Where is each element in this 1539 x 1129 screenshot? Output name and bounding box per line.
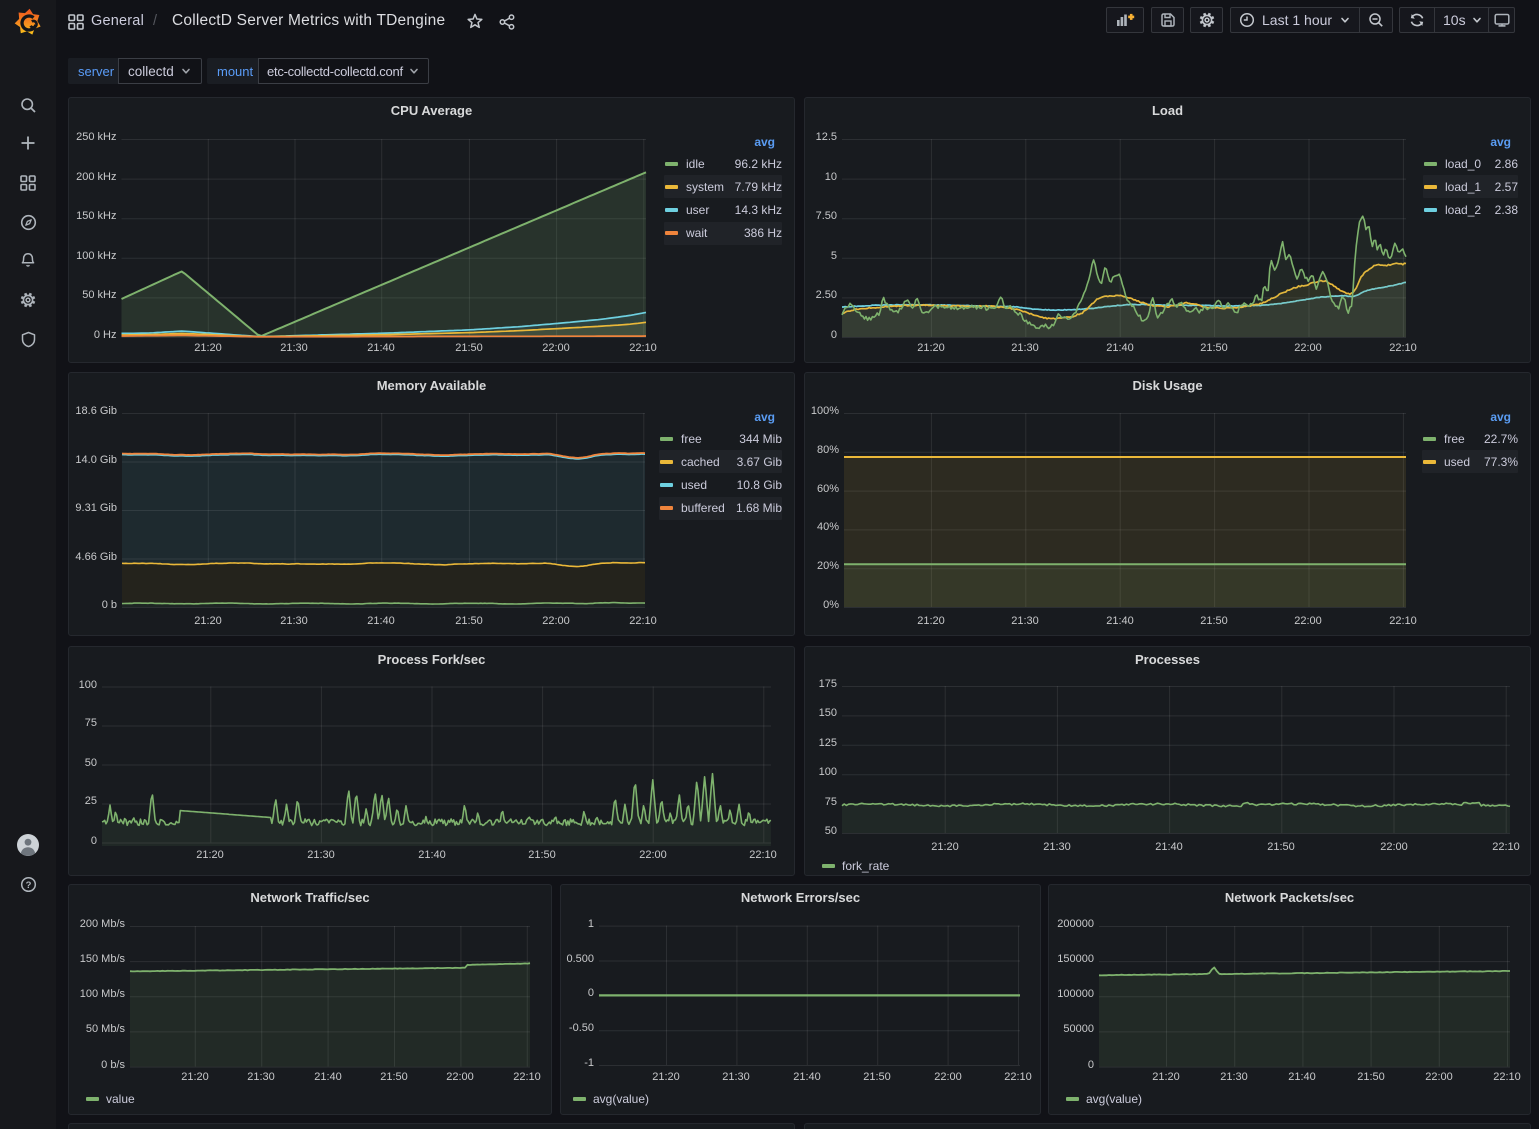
svg-text:?: ? (26, 880, 32, 891)
